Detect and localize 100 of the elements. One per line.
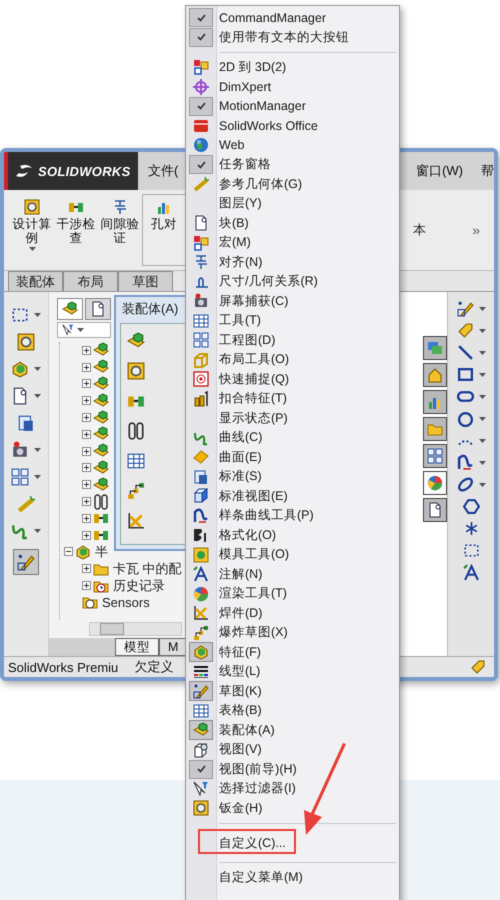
menu-item[interactable]: 视图(前导)(H) xyxy=(186,760,399,779)
menu-item[interactable]: Web xyxy=(186,136,399,155)
menu-item[interactable]: 线型(L) xyxy=(186,662,399,682)
menu-item[interactable]: SolidWorks Office xyxy=(186,116,399,136)
caret-icon[interactable] xyxy=(478,350,486,354)
menu-item[interactable]: 任务窗格 xyxy=(186,155,399,174)
grid-icon[interactable] xyxy=(11,468,29,486)
checkbox[interactable] xyxy=(189,760,213,779)
dashed-rectangle-icon[interactable] xyxy=(11,306,29,324)
axis-icon[interactable] xyxy=(17,495,35,513)
menu-item[interactable]: 工程图(D) xyxy=(186,330,399,350)
pencil-icon[interactable] xyxy=(456,300,474,317)
expand-toggle[interactable] xyxy=(82,497,91,506)
tab[interactable]: 装配体 xyxy=(8,271,63,291)
expand-toggle[interactable] xyxy=(82,396,91,406)
menu-item[interactable]: 参考几何体(G) xyxy=(186,174,399,194)
menu-title[interactable]: 帮 xyxy=(481,162,494,180)
menu-item[interactable]: 自定义菜单(M) xyxy=(219,869,303,886)
menu-item[interactable]: 注解(N) xyxy=(186,564,399,584)
menu-item[interactable]: 模具工具(O) xyxy=(186,545,399,564)
menu-item[interactable]: 特征(F) xyxy=(186,642,399,662)
expand-toggle[interactable] xyxy=(82,530,91,540)
menu-item[interactable]: 视图(V) xyxy=(186,740,399,760)
menu-item[interactable]: 屏幕捕获(C) xyxy=(186,292,399,311)
tab[interactable]: 草图 xyxy=(118,271,173,291)
expand-toggle[interactable] xyxy=(82,379,91,388)
expand-toggle[interactable] xyxy=(82,514,91,523)
tree-item[interactable]: 卡瓦 中的配 xyxy=(113,560,182,578)
pane-tab[interactable] xyxy=(423,471,447,495)
checkbox[interactable] xyxy=(189,8,213,28)
caret-icon[interactable] xyxy=(34,475,41,479)
expand-toggle[interactable] xyxy=(82,480,91,490)
filter-button[interactable] xyxy=(57,322,111,338)
tab[interactable]: 模型 xyxy=(115,638,159,656)
tree-item[interactable]: 半 xyxy=(95,542,108,561)
menu-title[interactable]: 文件( xyxy=(148,162,178,180)
menu-item[interactable]: 快速捕捉(Q) xyxy=(186,370,399,389)
caret-icon[interactable] xyxy=(34,448,41,452)
expand-toggle[interactable] xyxy=(82,362,91,372)
tab[interactable] xyxy=(85,298,111,320)
document-icon[interactable] xyxy=(11,387,29,405)
caret-icon[interactable] xyxy=(478,460,486,464)
triangle-icon[interactable] xyxy=(462,564,480,581)
caret-icon[interactable] xyxy=(34,394,41,398)
menu-title[interactable]: 窗口(W) xyxy=(416,162,463,180)
ribbon-button[interactable]: 间隙验证 xyxy=(98,194,142,266)
menu-item[interactable]: DimXpert xyxy=(186,77,399,96)
checkbox[interactable] xyxy=(189,96,213,116)
menu-item[interactable]: 对齐(N) xyxy=(186,252,399,272)
menu-item[interactable]: 标准视图(E) xyxy=(186,486,399,506)
menu-item[interactable]: 显示状态(P) xyxy=(186,408,399,428)
tab[interactable]: 布局 xyxy=(63,271,118,291)
caret-icon[interactable] xyxy=(478,328,486,332)
expand-toggle[interactable] xyxy=(64,547,73,556)
polygon-icon[interactable] xyxy=(462,498,480,515)
menu-item[interactable]: 表格(B) xyxy=(186,701,399,720)
caret-icon[interactable] xyxy=(34,313,41,317)
menu-item[interactable]: 工具(T) xyxy=(186,311,399,330)
ribbon-button[interactable]: 干涉检查 xyxy=(54,194,98,266)
menu-item[interactable]: 渲染工具(T) xyxy=(186,584,399,604)
tab[interactable]: M xyxy=(159,638,188,656)
pane-tab[interactable] xyxy=(423,498,447,522)
slot-icon[interactable] xyxy=(456,388,474,405)
weld-icon[interactable] xyxy=(127,512,145,530)
more-button[interactable]: » xyxy=(470,222,482,238)
menu-item[interactable]: 草图(K) xyxy=(186,682,399,701)
menu-item[interactable]: 选择过滤器(I) xyxy=(186,779,399,798)
expand-toggle[interactable] xyxy=(82,346,91,355)
line-icon[interactable] xyxy=(456,344,474,361)
caret-icon[interactable] xyxy=(478,482,486,486)
curve-icon[interactable] xyxy=(456,454,474,471)
clip-icon[interactable] xyxy=(127,422,145,440)
menu-item[interactable]: 使用带有文本的大按钮 xyxy=(186,28,399,47)
menu-item[interactable]: 钣金(H) xyxy=(186,798,399,818)
expand-toggle[interactable] xyxy=(82,446,91,456)
menu-item[interactable]: 自定义(C)... xyxy=(219,834,286,852)
tag-icon[interactable] xyxy=(456,322,474,339)
caret-icon[interactable] xyxy=(77,328,84,332)
pane-tab[interactable] xyxy=(423,417,447,441)
caret-icon[interactable] xyxy=(478,438,486,442)
pane-tab[interactable] xyxy=(423,336,447,360)
caret-icon[interactable] xyxy=(478,306,486,310)
tree-item[interactable]: 历史记录 xyxy=(113,576,165,595)
pane-tab[interactable] xyxy=(423,363,447,387)
caret-icon[interactable] xyxy=(478,394,486,398)
checkbox[interactable] xyxy=(189,28,213,47)
rectangle-icon[interactable] xyxy=(456,366,474,383)
caret-icon[interactable] xyxy=(478,416,486,420)
caret-icon[interactable] xyxy=(28,247,36,251)
menu-item[interactable]: 块(B) xyxy=(186,214,399,233)
expand-toggle[interactable] xyxy=(82,581,91,590)
caret-icon[interactable] xyxy=(34,367,41,371)
menu-item[interactable]: 爆炸草图(X) xyxy=(186,623,399,642)
expand-toggle[interactable] xyxy=(82,463,91,472)
menu-item[interactable]: 装配体(A) xyxy=(186,720,399,740)
checkbox[interactable] xyxy=(189,155,213,174)
tab[interactable] xyxy=(57,298,83,320)
menu-item[interactable]: 2D 到 3D(2) xyxy=(186,58,399,77)
expand-toggle[interactable] xyxy=(82,413,91,422)
pane-tab[interactable] xyxy=(423,444,447,468)
